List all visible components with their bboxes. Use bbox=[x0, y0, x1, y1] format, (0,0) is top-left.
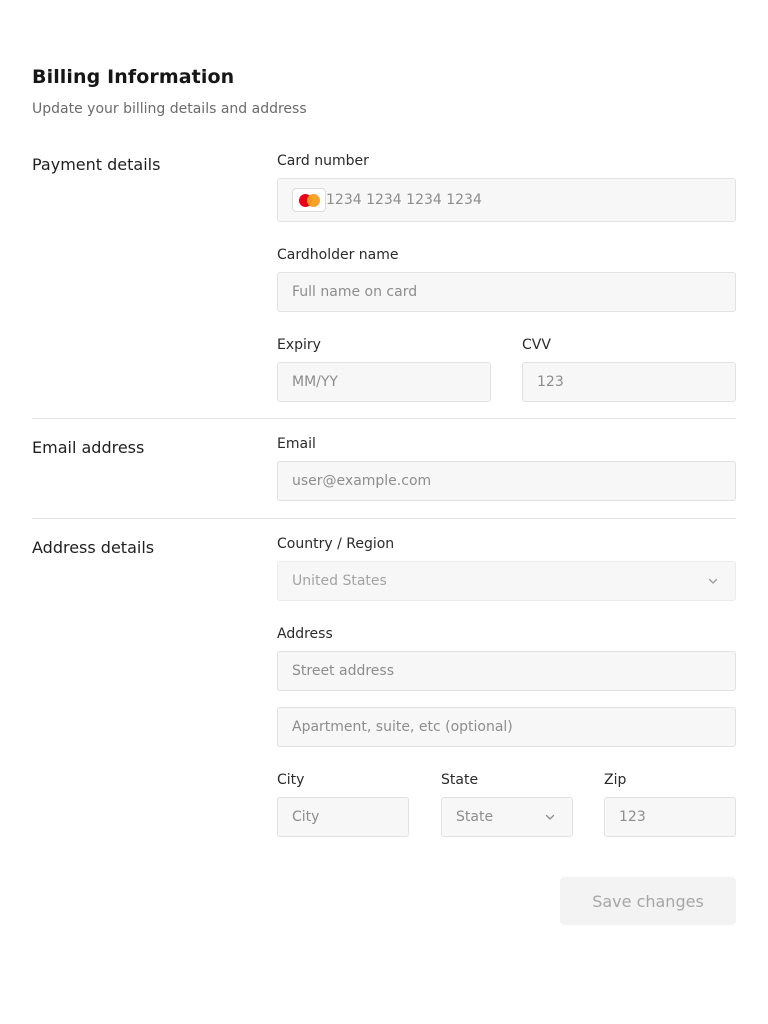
address-label: Address bbox=[277, 626, 333, 642]
apartment-input[interactable] bbox=[277, 707, 736, 747]
street-address-input[interactable] bbox=[277, 651, 736, 691]
country-value: United States bbox=[292, 573, 387, 589]
mastercard-icon bbox=[292, 188, 326, 212]
section-divider bbox=[32, 518, 736, 519]
cardholder-label: Cardholder name bbox=[277, 247, 399, 263]
city-label: City bbox=[277, 772, 305, 788]
payment-section-label: Payment details bbox=[32, 155, 161, 174]
chevron-down-icon bbox=[708, 578, 718, 584]
state-label: State bbox=[441, 772, 479, 788]
country-label: Country / Region bbox=[277, 536, 395, 552]
address-section-label: Address details bbox=[32, 538, 155, 557]
city-input[interactable] bbox=[277, 797, 409, 837]
expiry-label: Expiry bbox=[277, 337, 321, 353]
country-select[interactable]: United States bbox=[277, 561, 736, 601]
state-select[interactable]: State bbox=[441, 797, 573, 837]
page-subtitle: Update your billing details and address bbox=[32, 101, 307, 117]
cvv-input[interactable] bbox=[522, 362, 736, 402]
card-number-label: Card number bbox=[277, 153, 369, 169]
zip-input[interactable] bbox=[604, 797, 736, 837]
email-section-label: Email address bbox=[32, 438, 145, 457]
save-changes-button[interactable]: Save changes bbox=[560, 877, 736, 925]
card-number-field[interactable] bbox=[277, 178, 736, 222]
state-value: State bbox=[456, 809, 494, 825]
zip-label: Zip bbox=[604, 772, 627, 788]
cardholder-name-input[interactable] bbox=[277, 272, 736, 312]
section-divider bbox=[32, 418, 736, 419]
card-number-input[interactable] bbox=[326, 179, 726, 221]
chevron-down-icon bbox=[545, 814, 555, 820]
email-input[interactable] bbox=[277, 461, 736, 501]
email-label: Email bbox=[277, 436, 316, 452]
page-title: Billing Information bbox=[32, 66, 235, 88]
cvv-label: CVV bbox=[522, 337, 551, 353]
expiry-input[interactable] bbox=[277, 362, 491, 402]
